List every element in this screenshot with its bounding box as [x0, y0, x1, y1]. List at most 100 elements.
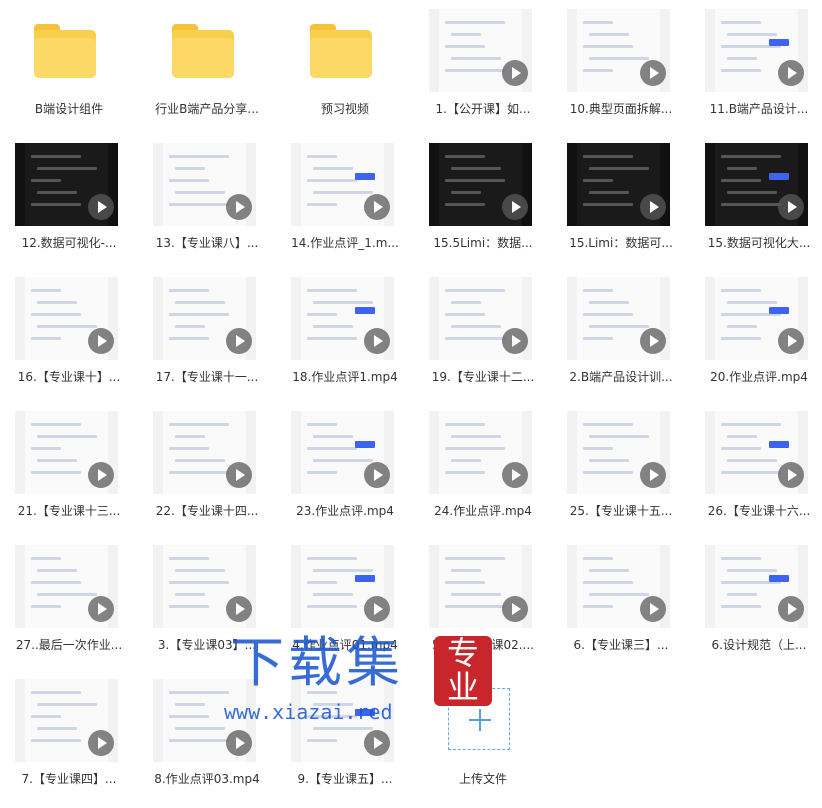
video-thumbnail: [153, 679, 256, 762]
video-item[interactable]: 27..最后一次作业...: [0, 540, 138, 674]
item-label: 12.数据可视化-...: [21, 236, 117, 250]
video-thumbnail: [15, 277, 118, 360]
item-label: 16.【专业课十】...: [17, 370, 121, 384]
item-label: 9.【专业课五】...: [297, 772, 393, 786]
upload-file-item[interactable]: 上传文件: [414, 674, 552, 808]
video-thumbnail: [429, 277, 532, 360]
item-label: 6.设计规范（上...: [711, 638, 807, 652]
play-icon: [778, 194, 804, 220]
item-label: 15.数据可视化大...: [707, 236, 811, 250]
video-item[interactable]: 24.作业点评.mp4: [414, 406, 552, 540]
play-icon: [226, 596, 252, 622]
play-icon: [88, 596, 114, 622]
play-icon: [226, 328, 252, 354]
folder-item[interactable]: 预习视频: [276, 4, 414, 138]
play-icon: [502, 194, 528, 220]
item-label: 11.B端产品设计...: [709, 102, 809, 116]
video-item[interactable]: 18.作业点评1.mp4: [276, 272, 414, 406]
item-label: 5.作业点评课02....: [432, 638, 534, 652]
video-item[interactable]: 15.数据可视化大...: [690, 138, 822, 272]
video-thumbnail: [567, 9, 670, 92]
video-item[interactable]: 9.【专业课五】...: [276, 674, 414, 808]
play-icon: [226, 462, 252, 488]
item-label: 20.作业点评.mp4: [710, 370, 808, 384]
play-icon: [364, 596, 390, 622]
video-thumbnail: [291, 679, 394, 762]
video-item[interactable]: 20.作业点评.mp4: [690, 272, 822, 406]
video-item[interactable]: 1.【公开课】如...: [414, 4, 552, 138]
play-icon: [88, 194, 114, 220]
video-thumbnail: [153, 143, 256, 226]
play-icon: [226, 194, 252, 220]
video-thumbnail: [15, 411, 118, 494]
video-item[interactable]: 13.【专业课八】...: [138, 138, 276, 272]
file-grid: B端设计组件 行业B端产品分享... 预习视频 1.【公开课】如... 10.典型页面拆…: [0, 0, 822, 794]
video-item[interactable]: 10.典型页面拆解...: [552, 4, 690, 138]
video-thumbnail: [429, 545, 532, 628]
video-item[interactable]: 16.【专业课十】...: [0, 272, 138, 406]
video-item[interactable]: 15.Limi：数据可...: [552, 138, 690, 272]
item-label: 13.【专业课八】...: [155, 236, 259, 250]
video-item[interactable]: 4.作业点评01.mp4: [276, 540, 414, 674]
folder-icon: [34, 24, 96, 78]
play-icon: [502, 462, 528, 488]
video-item[interactable]: 12.数据可视化-...: [0, 138, 138, 272]
item-label: 18.作业点评1.mp4: [292, 370, 398, 384]
video-item[interactable]: 5.作业点评课02....: [414, 540, 552, 674]
play-icon: [778, 328, 804, 354]
video-item[interactable]: 7.【专业课四】...: [0, 674, 138, 808]
video-thumbnail: [429, 411, 532, 494]
video-item[interactable]: 22.【专业课十四...: [138, 406, 276, 540]
play-icon: [778, 60, 804, 86]
item-label: 1.【公开课】如...: [435, 102, 531, 116]
item-label: 7.【专业课四】...: [21, 772, 117, 786]
item-label: 预习视频: [320, 102, 369, 116]
video-item[interactable]: 17.【专业课十一...: [138, 272, 276, 406]
video-item[interactable]: 11.B端产品设计...: [690, 4, 822, 138]
video-item[interactable]: 8.作业点评03.mp4: [138, 674, 276, 808]
play-icon: [88, 328, 114, 354]
folder-item[interactable]: B端设计组件: [0, 4, 138, 138]
play-icon: [364, 328, 390, 354]
item-label: 10.典型页面拆解...: [569, 102, 673, 116]
plus-icon: [448, 688, 510, 750]
video-thumbnail: [153, 277, 256, 360]
video-thumbnail: [567, 143, 670, 226]
video-thumbnail: [15, 545, 118, 628]
item-label: 26.【专业课十六...: [707, 504, 811, 518]
play-icon: [226, 730, 252, 756]
item-label: 行业B端产品分享...: [155, 102, 259, 116]
video-thumbnail: [705, 9, 808, 92]
play-icon: [778, 462, 804, 488]
item-label: 15.5Limi：数据...: [433, 236, 533, 250]
item-label: 21.【专业课十三...: [17, 504, 121, 518]
item-label: 23.作业点评.mp4: [296, 504, 394, 518]
video-item[interactable]: 6.【专业课三】...: [552, 540, 690, 674]
video-item[interactable]: 2.B端产品设计训...: [552, 272, 690, 406]
play-icon: [364, 730, 390, 756]
video-thumbnail: [429, 9, 532, 92]
video-item[interactable]: 26.【专业课十六...: [690, 406, 822, 540]
play-icon: [364, 194, 390, 220]
video-item[interactable]: 6.设计规范（上...: [690, 540, 822, 674]
video-item[interactable]: 25.【专业课十五...: [552, 406, 690, 540]
video-thumbnail: [153, 545, 256, 628]
video-item[interactable]: 23.作业点评.mp4: [276, 406, 414, 540]
video-item[interactable]: 19.【专业课十二...: [414, 272, 552, 406]
video-item[interactable]: 3.【专业课03】...: [138, 540, 276, 674]
video-thumbnail: [705, 545, 808, 628]
play-icon: [640, 194, 666, 220]
video-item[interactable]: 15.5Limi：数据...: [414, 138, 552, 272]
folder-item[interactable]: 行业B端产品分享...: [138, 4, 276, 138]
video-thumbnail: [153, 411, 256, 494]
video-item[interactable]: 21.【专业课十三...: [0, 406, 138, 540]
item-label: 8.作业点评03.mp4: [154, 772, 260, 786]
video-thumbnail: [705, 411, 808, 494]
item-label: 25.【专业课十五...: [569, 504, 673, 518]
video-thumbnail: [705, 277, 808, 360]
video-thumbnail: [291, 143, 394, 226]
play-icon: [502, 328, 528, 354]
item-label: 24.作业点评.mp4: [434, 504, 532, 518]
video-thumbnail: [15, 679, 118, 762]
video-item[interactable]: 14.作业点评_1.m...: [276, 138, 414, 272]
